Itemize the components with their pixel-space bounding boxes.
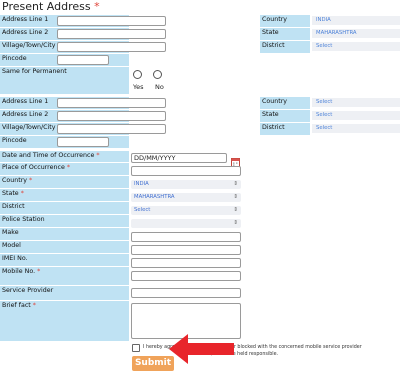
red-arrow-icon [166,333,238,365]
police-station-select[interactable]: ⇕ [131,219,241,228]
occ-district-select[interactable]: Select ⇕ [131,206,241,215]
state-label: State [260,28,310,40]
no-radio[interactable] [153,70,162,79]
page-title: Present Address * [2,0,100,13]
service-provider-input[interactable] [131,288,241,298]
no-label: No [155,83,164,91]
agree-checkbox[interactable] [132,344,140,352]
occ-state-label: State * [0,189,129,201]
occ-state-select[interactable]: MAHARASHTRA ⇕ [131,193,241,202]
required-mark: * [94,0,100,13]
imei-label: IMEI No. [0,254,129,266]
occ-district-label: District [0,202,129,214]
perm-state-label: State [260,110,310,122]
same-for-permanent-label: Same for Permanent [0,67,129,94]
perm-district-label: District [260,123,310,135]
calendar-icon[interactable] [231,152,240,167]
occ-country-label: Country * [0,176,129,188]
make-input[interactable] [131,232,241,242]
perm-pincode-input[interactable] [57,137,109,147]
perm-address-line1-input[interactable] [57,98,166,108]
address-line2-input[interactable] [57,29,166,39]
datetime-input[interactable]: DD/MM/YYYY [131,153,227,163]
perm-country-select[interactable]: Select [312,98,400,107]
perm-district-select[interactable]: Select [312,124,400,133]
country-label: Country [260,15,310,27]
place-label: Place of Occurrence * [0,163,129,175]
police-station-label: Police Station [0,215,129,227]
service-provider-label: Service Provider [0,286,129,300]
district-select[interactable]: Select [312,42,400,51]
country-select[interactable]: INDIA [312,16,400,25]
model-input[interactable] [131,245,241,255]
occ-country-select[interactable]: INDIA ⇕ [131,180,241,189]
make-label: Make [0,228,129,240]
declaration-line1-right: ber blocked with the concerned mobile se… [227,345,362,350]
perm-village-input[interactable] [57,124,166,134]
datetime-label: Date and Time of Occurrence * [0,151,129,162]
mobile-input[interactable] [131,271,241,281]
place-input[interactable] [131,166,241,176]
perm-address-line2-input[interactable] [57,111,166,121]
pincode-input[interactable] [57,55,109,65]
yes-label: Yes [133,83,144,91]
perm-country-label: Country [260,97,310,109]
brief-fact-label: Brief fact * [0,301,129,341]
yes-radio[interactable] [133,70,142,79]
submit-button[interactable]: Submit [132,356,174,371]
district-label: District [260,41,310,53]
village-input[interactable] [57,42,166,52]
model-label: Model [0,241,129,253]
imei-input[interactable] [131,258,241,268]
perm-state-select[interactable]: Select [312,111,400,120]
mobile-label: Mobile No. * [0,267,129,285]
state-select[interactable]: MAHARASHTRA [312,29,400,38]
address-line1-input[interactable] [57,16,166,26]
